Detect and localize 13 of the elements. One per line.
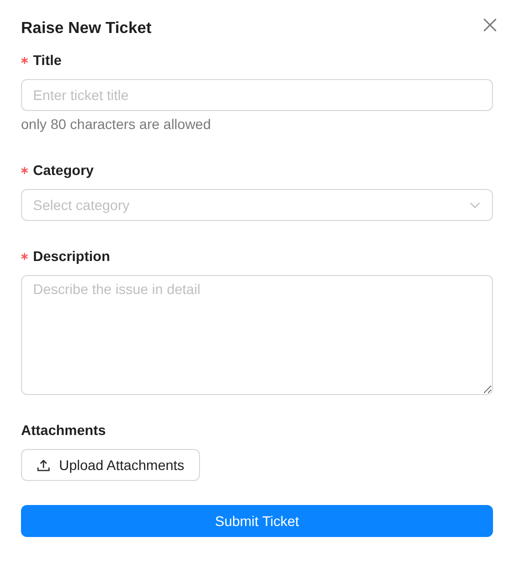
upload-icon <box>37 458 50 472</box>
hint-text: only 80 characters are allowed <box>21 115 212 134</box>
field-label: Title <box>33 52 62 68</box>
close-icon[interactable] <box>483 18 497 32</box>
title-field[interactable]: Enter ticket title <box>21 79 493 111</box>
field-label: Category <box>33 162 94 178</box>
description-field[interactable]: Describe the issue in detail <box>21 275 493 395</box>
upload-button[interactable]: Upload Attachments <box>21 449 200 481</box>
dialog-title: Raise New Ticket <box>21 20 152 38</box>
field-label: Description <box>33 248 110 264</box>
submit-button[interactable]: Submit Ticket <box>21 505 493 537</box>
category-dropdown[interactable]: Select category <box>21 189 493 221</box>
field-label: Attachments <box>21 422 106 438</box>
